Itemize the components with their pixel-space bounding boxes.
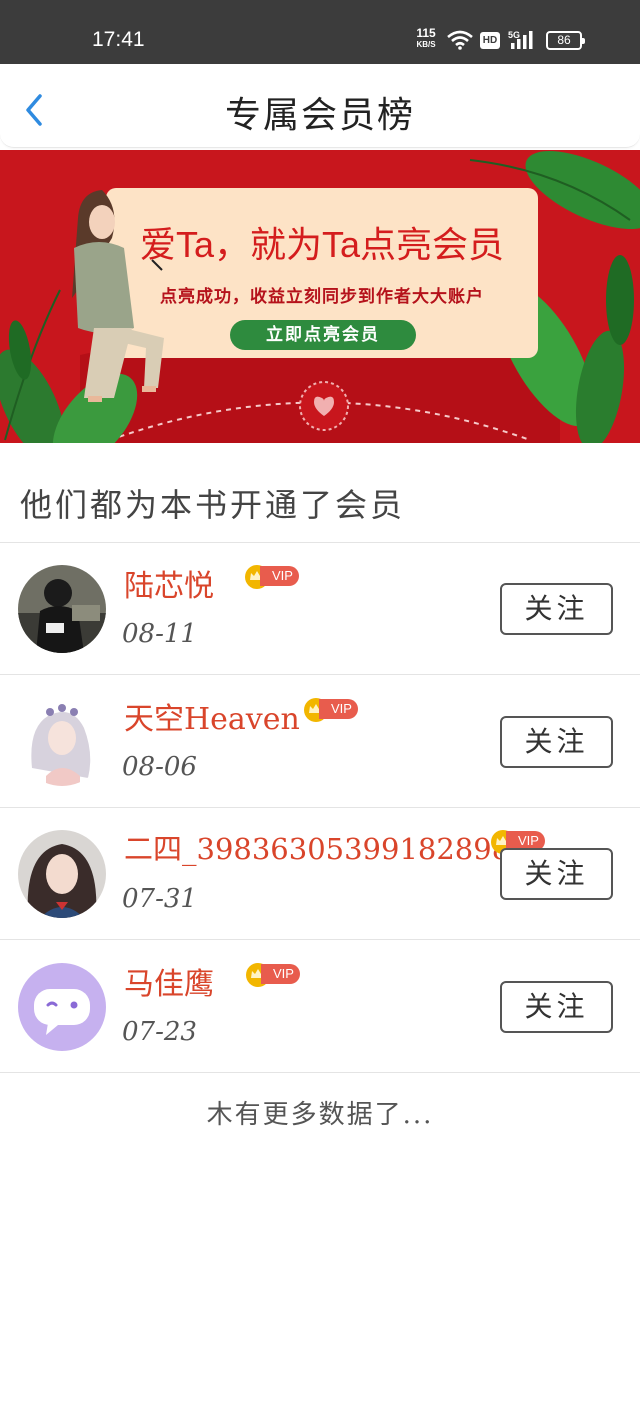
hd-icon: HD	[480, 32, 500, 49]
follow-button[interactable]: 关注	[500, 583, 613, 635]
avatar[interactable]	[18, 830, 106, 918]
status-bar: 17:41 115 KB/S HD 5G 86	[0, 0, 640, 64]
avatar[interactable]	[18, 565, 106, 653]
member-row[interactable]: 陆芯悦 VIP 08-11 关注	[0, 543, 640, 675]
member-name: 马佳鹰	[124, 967, 214, 1002]
member-row[interactable]: 天空Heaven VIP 08-06 关注	[0, 676, 640, 808]
svg-text:5G: 5G	[508, 30, 520, 40]
section-heading: 他们都为本书开通了会员	[20, 486, 406, 524]
avatar[interactable]	[18, 963, 106, 1051]
banner-headline: 爱Ta，就为Ta点亮会员	[139, 224, 505, 265]
follow-button[interactable]: 关注	[500, 716, 613, 768]
battery-icon: 86	[546, 31, 585, 50]
follow-button[interactable]: 关注	[500, 981, 613, 1033]
top-app-bar: 专属会员榜	[0, 64, 640, 148]
wifi-icon	[447, 30, 473, 50]
network-speed: 115 KB/S	[416, 26, 436, 49]
member-name: 天空Heaven	[124, 702, 300, 737]
light-up-membership-button[interactable]: 立即点亮会员	[230, 320, 416, 350]
member-date: 07-23	[122, 1017, 197, 1047]
member-row[interactable]: 马佳鹰 VIP 07-23 关注	[0, 941, 640, 1073]
promo-banner[interactable]: 爱Ta，就为Ta点亮会员 点亮成功，收益立刻同步到作者大大账户 立即点亮会员	[0, 150, 640, 443]
member-date: 07-31	[122, 884, 197, 914]
page-title: 专属会员榜	[224, 95, 415, 136]
member-date: 08-11	[122, 619, 197, 649]
member-row[interactable]: 二四_398363053991828​98 VIP 07-31 关注	[0, 808, 640, 940]
signal-icon: 5G	[508, 30, 533, 49]
default-chat-avatar-icon	[18, 963, 106, 1051]
member-name: 二四_398363053991828​98	[124, 832, 511, 866]
follow-button[interactable]: 关注	[500, 848, 613, 900]
avatar[interactable]	[18, 698, 106, 786]
no-more-data-text: 木有更多数据了...	[206, 1100, 434, 1130]
status-time: 17:41	[92, 28, 145, 51]
member-name: 陆芯悦	[124, 569, 214, 604]
member-date: 08-06	[122, 752, 197, 782]
banner-subline: 点亮成功，收益立刻同步到作者大大账户	[160, 287, 484, 306]
